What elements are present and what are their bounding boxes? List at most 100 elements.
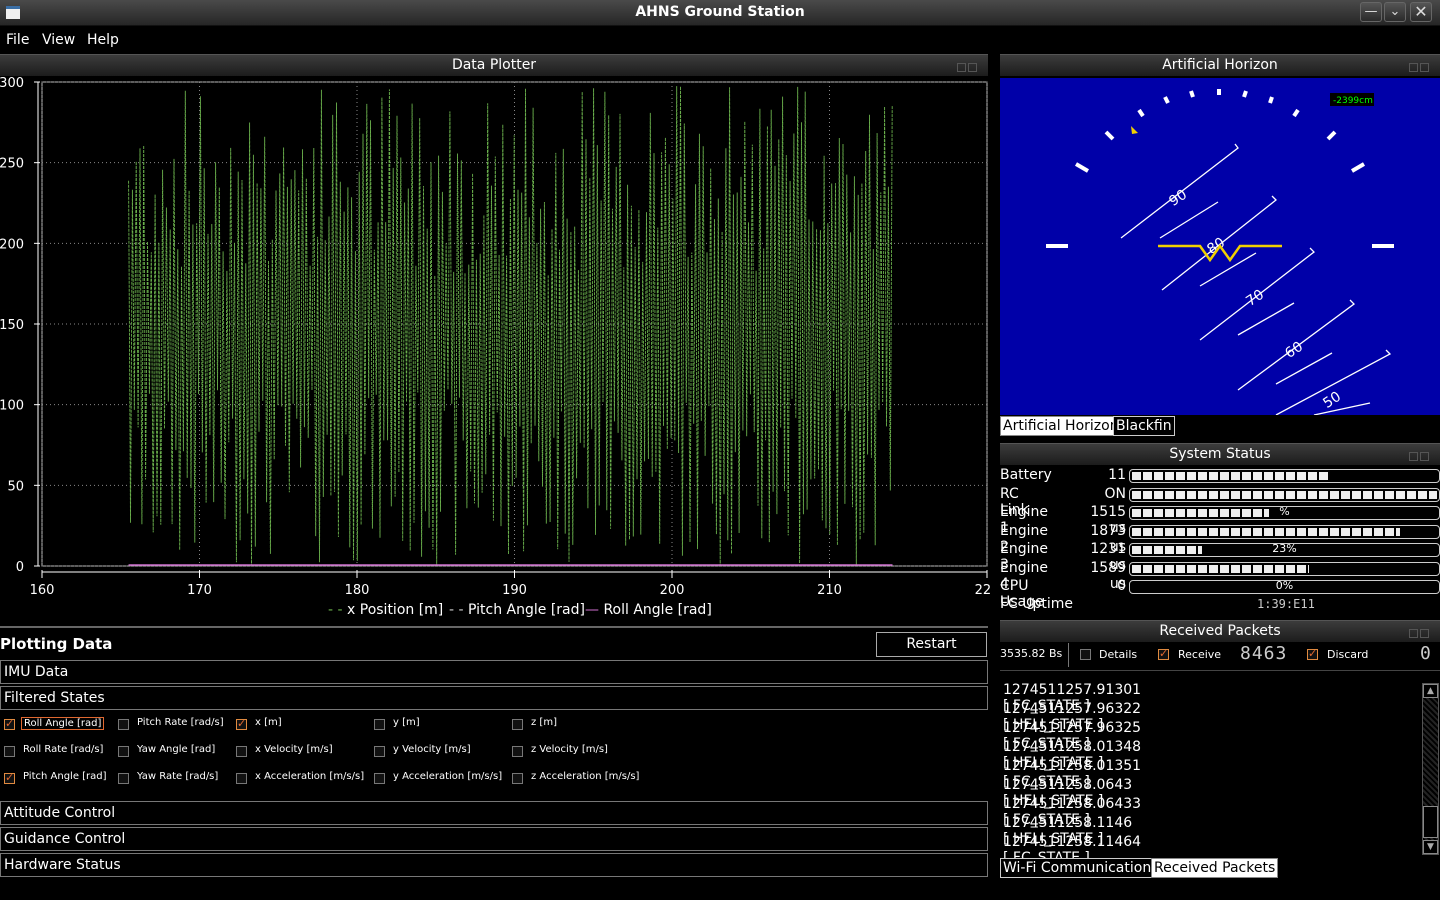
menu-file[interactable]: File <box>6 32 29 48</box>
checkbox-label[interactable]: Pitch Angle [rad] <box>23 771 107 782</box>
scroll-thumb[interactable] <box>1423 806 1438 838</box>
data-plot: 160 170 180 190 200 210 220 0 50 100 150 200 250 300 <box>0 76 990 598</box>
legend-x-position: - - x Position [m] <box>328 602 444 618</box>
checkbox-yaw-angle-rad[interactable] <box>118 746 129 757</box>
status-percent: % <box>1279 506 1290 518</box>
checkbox-pitch-angle-rad[interactable] <box>4 771 15 784</box>
discard-checkbox[interactable] <box>1307 647 1318 660</box>
y-tick-label: 150 <box>0 318 24 333</box>
checkbox-label[interactable]: Roll Rate [rad/s] <box>23 744 103 755</box>
checkbox-x-m[interactable] <box>236 717 247 730</box>
window-title: AHNS Ground Station <box>635 4 805 20</box>
checkbox-label[interactable]: z Velocity [m/s] <box>531 744 608 755</box>
y-tick-label: 250 <box>0 157 24 172</box>
receive-label: Receive <box>1178 648 1222 661</box>
checkbox-label[interactable]: y Acceleration [m/s/s] <box>393 771 502 782</box>
status-value: ON <box>1104 485 1127 502</box>
checkbox-x-velocity-m-s[interactable] <box>236 746 247 757</box>
details-label: Details <box>1099 648 1138 661</box>
legend-roll-angle: — Roll Angle [rad] <box>585 602 712 618</box>
minimize-button[interactable]: — <box>1360 2 1382 22</box>
status-value: 11 <box>1108 467 1126 483</box>
checkbox-label[interactable]: x Velocity [m/s] <box>255 744 333 755</box>
status-progress-bar <box>1129 561 1440 576</box>
checkbox-y-velocity-m-s[interactable] <box>374 746 385 757</box>
plotter-dock-buttons[interactable] <box>957 60 979 72</box>
fc-uptime-label: FC Uptime <box>1000 596 1074 612</box>
close-button[interactable]: ✕ <box>1410 2 1432 22</box>
section-hardware-status[interactable]: Hardware Status <box>0 853 988 877</box>
x-tick-label: 160 <box>30 583 55 598</box>
checkbox-label[interactable]: z Acceleration [m/s/s] <box>531 771 639 782</box>
checkbox-label[interactable]: Yaw Angle [rad] <box>137 744 215 755</box>
checkbox-roll-rate-rad-s[interactable] <box>4 746 15 757</box>
filtered-states-checkboxes: Roll Angle [rad] Pitch Rate [rad/s] x [m] y… <box>0 712 988 798</box>
checkbox-pitch-rate-rad-s[interactable] <box>118 719 129 730</box>
system-status-dock-title[interactable]: System Status <box>1000 443 1440 465</box>
checkbox-label[interactable]: y Velocity [m/s] <box>393 744 471 755</box>
status-progress-bar <box>1129 487 1440 502</box>
status-dock-buttons[interactable] <box>1409 449 1431 461</box>
y-tick-label: 300 <box>0 76 24 91</box>
divider <box>0 626 988 628</box>
status-progress-bar: 0% <box>1129 580 1440 594</box>
menu-bar <box>0 27 1440 53</box>
details-checkbox[interactable] <box>1080 649 1091 660</box>
checkbox-label[interactable]: Pitch Rate [rad/s] <box>137 717 224 728</box>
checkbox-z-m[interactable] <box>512 719 523 730</box>
checkbox-yaw-rate-rad-s[interactable] <box>118 773 129 784</box>
x-tick-label: 210 <box>817 583 842 598</box>
plotting-data-heading: Plotting Data <box>0 635 113 653</box>
checkbox-z-acceleration-m-s-s[interactable] <box>512 773 523 784</box>
packets-dock-buttons[interactable] <box>1409 626 1431 638</box>
status-progress-bar: 23% <box>1129 543 1440 557</box>
section-filtered-states[interactable]: Filtered States <box>0 686 988 710</box>
status-percent: 23% <box>1272 543 1297 555</box>
checkbox-label[interactable]: x Acceleration [m/s/s] <box>255 771 364 782</box>
scroll-down-arrow-icon[interactable]: ▼ <box>1423 840 1438 854</box>
status-progress-bar <box>1129 469 1440 483</box>
discard-count: 0 <box>1420 643 1431 664</box>
checkbox-z-velocity-m-s[interactable] <box>512 746 523 757</box>
maximize-button[interactable]: ⌄ <box>1384 2 1406 22</box>
fc-uptime-value: 1:39:E11 <box>1257 597 1315 611</box>
checkbox-label[interactable]: Roll Angle [rad] <box>21 717 105 730</box>
discard-label: Discard <box>1327 648 1369 661</box>
restart-logging-button[interactable]: Restart Logging <box>876 632 987 675</box>
received-packets-dock-title[interactable]: Received Packets <box>1000 620 1440 642</box>
checkbox-label[interactable]: z [m] <box>531 717 557 728</box>
checkbox-label[interactable]: Yaw Rate [rad/s] <box>137 771 218 782</box>
status-value: 0 <box>1117 578 1126 594</box>
legend-pitch-angle: - - Pitch Angle [rad] <box>449 602 585 618</box>
section-attitude-control[interactable]: Attitude Control <box>0 801 988 825</box>
x-tick-label: 190 <box>502 583 527 598</box>
checkbox-roll-angle-rad[interactable] <box>4 717 15 730</box>
section-imu-data[interactable]: IMU Data <box>0 660 988 684</box>
x-tick-label: 200 <box>660 583 685 598</box>
menu-help[interactable]: Help <box>87 32 119 48</box>
divider <box>1068 643 1069 667</box>
artificial-horizon-dock-title[interactable]: Artificial Horizon <box>1000 54 1440 76</box>
receive-checkbox[interactable] <box>1158 647 1169 660</box>
artificial-horizon-display: 90 80 70 60 50 -2399cm <box>1000 78 1440 415</box>
checkbox-label[interactable]: y [m] <box>393 717 420 728</box>
horizon-dock-buttons[interactable] <box>1409 60 1431 72</box>
section-guidance-control[interactable]: Guidance Control <box>0 827 988 851</box>
tab-blackfin[interactable]: Blackfin <box>1113 416 1175 436</box>
tab-wifi-communications[interactable]: Wi-Fi Communications <box>1000 858 1162 878</box>
tab-artificial-horizon[interactable]: Artificial Horizon <box>1000 416 1122 436</box>
checkbox-label[interactable]: x [m] <box>255 717 282 728</box>
checkbox-y-acceleration-m-s-s[interactable] <box>374 773 385 784</box>
x-tick-label: 180 <box>345 583 370 598</box>
tab-received-packets[interactable]: Received Packets <box>1151 858 1279 878</box>
status-percent: 0% <box>1275 580 1294 592</box>
y-tick-label: 100 <box>0 399 24 414</box>
menu-view[interactable]: View <box>42 32 75 48</box>
data-plotter-dock-title[interactable]: Data Plotter <box>0 54 988 76</box>
checkbox-y-m[interactable] <box>374 719 385 730</box>
checkbox-x-acceleration-m-s-s[interactable] <box>236 773 247 784</box>
divider <box>1000 670 1440 671</box>
status-progress-bar <box>1129 524 1440 539</box>
scroll-up-arrow-icon[interactable]: ▲ <box>1423 684 1438 698</box>
altitude-readout: -2399cm <box>1333 96 1373 106</box>
